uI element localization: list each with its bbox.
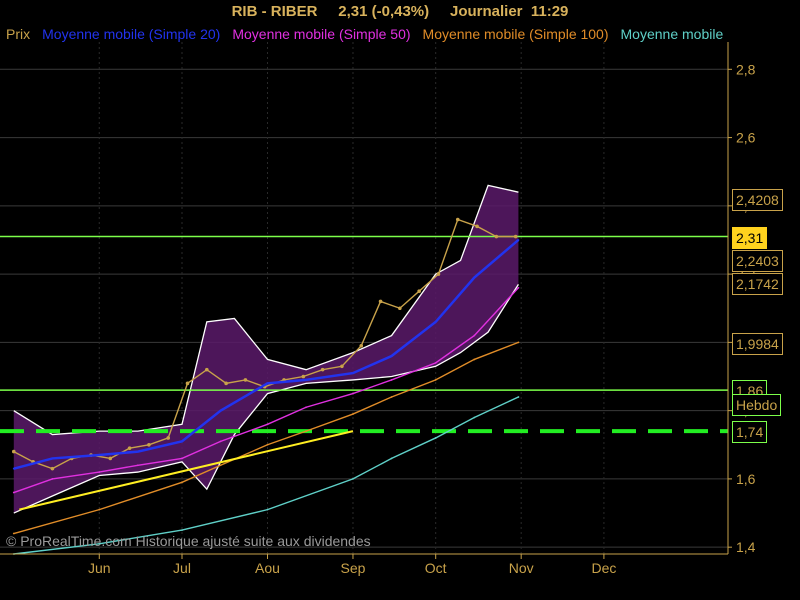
price-label: 2,1742 xyxy=(732,272,783,295)
data-point xyxy=(352,372,354,374)
data-point xyxy=(305,430,307,433)
data-point xyxy=(513,234,518,239)
data-point xyxy=(378,299,383,304)
data-point xyxy=(517,239,520,241)
legend-item: Moyenne mobile (Simple 100) xyxy=(422,26,609,42)
data-point xyxy=(473,276,476,279)
data-point xyxy=(181,481,183,484)
data-point xyxy=(266,508,269,511)
legend: Prix Moyenne mobile (Simple 20) Moyenne mo… xyxy=(6,24,728,44)
data-point xyxy=(98,471,101,473)
data-point xyxy=(181,457,183,460)
data-point xyxy=(266,423,269,426)
price-label: 2,4208 xyxy=(732,188,783,211)
data-point xyxy=(455,217,460,222)
data-point xyxy=(266,443,269,446)
data-point xyxy=(181,529,183,532)
data-point xyxy=(305,379,307,381)
data-point xyxy=(98,508,101,511)
data-point xyxy=(166,436,171,440)
data-point xyxy=(473,358,476,361)
data-point xyxy=(390,457,393,460)
data-point xyxy=(11,449,16,454)
data-point xyxy=(390,379,393,381)
data-point xyxy=(219,440,222,443)
data-point xyxy=(136,464,139,467)
plot-area xyxy=(0,42,728,554)
data-point xyxy=(305,406,307,409)
price-label: 2,2403 xyxy=(732,250,783,273)
data-point xyxy=(51,457,54,460)
x-tick-label: Jul xyxy=(173,560,191,576)
data-point xyxy=(266,382,269,385)
y-tick-label: 1,4 xyxy=(736,539,756,555)
data-point xyxy=(219,464,222,467)
data-point xyxy=(417,289,421,293)
legend-item: Moyenne mobile (Simple 20) xyxy=(42,26,221,42)
data-point xyxy=(517,396,520,398)
y-tick-label: 1,6 xyxy=(736,471,756,487)
data-point xyxy=(243,378,248,382)
data-point xyxy=(340,364,344,369)
data-point xyxy=(436,272,441,276)
data-point xyxy=(205,367,209,372)
data-point xyxy=(434,361,437,364)
price-label: 2,31 xyxy=(732,226,768,249)
legend-item: Moyenne mobile (Simple 50) xyxy=(232,26,411,42)
data-point xyxy=(147,442,151,447)
data-point xyxy=(475,224,479,229)
data-point xyxy=(473,334,476,337)
data-point xyxy=(517,341,520,344)
data-point xyxy=(494,234,499,239)
y-tick-label: 2,6 xyxy=(736,130,756,146)
x-tick-label: Nov xyxy=(509,560,534,576)
data-point xyxy=(127,446,132,450)
price-label: 1,74 xyxy=(732,421,768,444)
data-point xyxy=(181,440,183,443)
data-point xyxy=(301,374,306,379)
data-point xyxy=(136,450,139,453)
data-point xyxy=(390,355,393,357)
source-note: © ProRealTime.com Historique ajusté suit… xyxy=(6,533,371,549)
y-axis-ticks: 2,82,62,42,22,01,81,61,4 xyxy=(728,61,756,555)
data-point xyxy=(359,343,364,348)
legend-item: Prix xyxy=(6,26,31,42)
data-point xyxy=(12,467,15,470)
data-point xyxy=(51,478,54,480)
price-chart: 2,82,62,42,22,01,81,61,4 JunJulAouSepOct… xyxy=(0,42,756,576)
data-point xyxy=(398,306,402,311)
x-tick-label: Oct xyxy=(425,560,447,576)
data-point xyxy=(352,392,354,395)
data-point xyxy=(98,454,101,456)
data-point xyxy=(390,396,393,398)
price-label: Hebdo xyxy=(732,393,782,416)
x-tick-label: Sep xyxy=(341,560,366,576)
legend-item: Moyenne mobile (Simple 200) xyxy=(620,26,728,42)
data-point xyxy=(224,381,228,386)
data-point xyxy=(108,456,113,461)
data-point xyxy=(434,437,437,439)
chart-title: RIB - RIBER 2,31 (-0,43%) Journalier 11:… xyxy=(231,3,569,20)
data-point xyxy=(50,466,55,471)
data-point xyxy=(352,413,354,415)
price-label: 1,9984 xyxy=(732,332,783,355)
data-point xyxy=(352,478,354,480)
data-point xyxy=(434,379,437,381)
data-point xyxy=(517,286,520,289)
data-point xyxy=(219,409,222,412)
x-tick-label: Dec xyxy=(591,560,616,576)
data-point xyxy=(473,416,476,419)
x-tick-label: Aou xyxy=(255,560,280,576)
x-axis-ticks: Jun Jul Aou Sep Oct Nov Dec xyxy=(88,554,616,576)
data-point xyxy=(434,320,437,323)
data-point xyxy=(320,367,325,372)
data-point xyxy=(185,381,190,386)
y-tick-label: 2,8 xyxy=(736,61,756,77)
data-point xyxy=(12,491,15,494)
x-tick-label: Jun xyxy=(88,560,111,576)
